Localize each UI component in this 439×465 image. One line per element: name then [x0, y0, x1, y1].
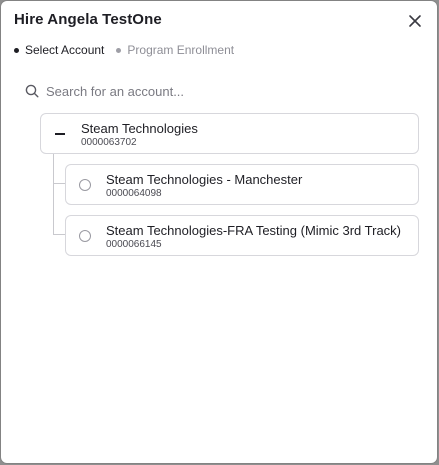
step-dot — [116, 47, 122, 53]
step-label: Program Enrollment — [127, 43, 235, 57]
account-name: Steam Technologies — [81, 121, 198, 136]
tree-connector — [53, 183, 65, 184]
tree-connector — [53, 234, 65, 235]
account-name: Steam Technologies-FRA Testing (Mimic 3r… — [106, 223, 402, 238]
account-row-child[interactable]: Steam Technologies-FRA Testing (Mimic 3r… — [65, 215, 419, 256]
close-icon — [409, 15, 421, 27]
account-row-parent[interactable]: Steam Technologies 0000063702 — [40, 113, 419, 154]
account-number: 0000064098 — [106, 188, 162, 199]
account-name: Steam Technologies - Manchester — [106, 172, 303, 187]
account-radio[interactable] — [79, 179, 91, 191]
account-number: 0000066145 — [106, 239, 162, 250]
search-icon — [25, 84, 39, 98]
step-dot — [14, 47, 19, 53]
account-number: 0000063702 — [81, 137, 137, 148]
hire-modal: Hire Angela TestOne Select Account Progr… — [1, 1, 437, 463]
step-label: Select Account — [25, 43, 105, 57]
modal-title: Hire Angela TestOne — [14, 11, 162, 28]
step-select-account: Select Account — [14, 43, 104, 57]
account-radio[interactable] — [79, 230, 91, 242]
account-row-child[interactable]: Steam Technologies - Manchester 00000640… — [65, 164, 419, 205]
step-program-enrollment: Program Enrollment — [116, 43, 234, 57]
account-search — [25, 81, 405, 101]
search-input[interactable] — [46, 83, 386, 99]
collapse-icon[interactable] — [55, 133, 65, 135]
stepper: Select Account Program Enrollment — [14, 43, 234, 57]
close-button[interactable] — [406, 12, 424, 30]
tree-connector — [53, 153, 54, 235]
